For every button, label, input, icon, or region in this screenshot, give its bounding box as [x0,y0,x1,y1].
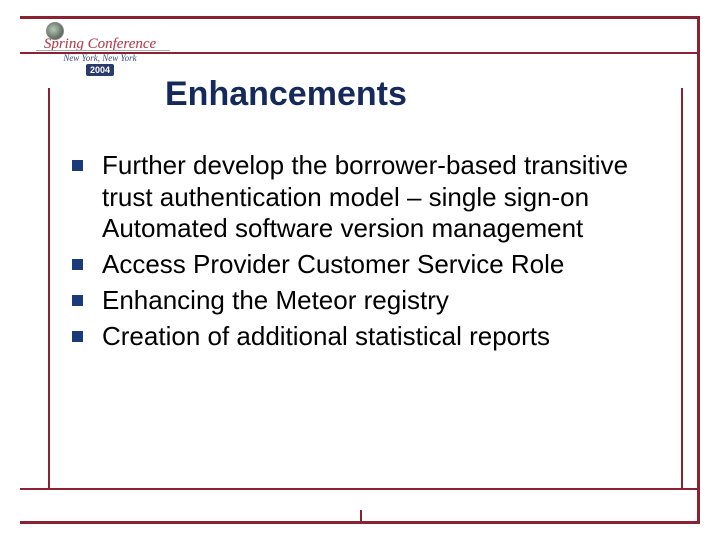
bullet-list: Further develop the borrower-based trans… [72,150,660,356]
border-rule-top [20,16,700,19]
footer-notch [360,510,362,522]
list-item: Access Provider Customer Service Role [72,249,660,281]
slide: Spring Conference New York, New York 200… [0,0,720,540]
logo-line2: New York, New York [63,53,136,63]
page-title: Enhancements [165,75,407,114]
list-item: Enhancing the Meteor registry [72,285,660,317]
seal-icon [46,22,64,40]
border-rule-right [697,19,700,521]
border-rule-right-inner [681,88,683,490]
border-rule-left-inner [48,88,50,490]
border-rule-bottom-inner [20,488,700,490]
logo-divider [36,50,170,51]
conference-logo: Spring Conference New York, New York 200… [40,22,160,82]
list-item: Further develop the borrower-based trans… [72,150,660,245]
logo-year: 2004 [86,64,114,76]
list-item: Creation of additional statistical repor… [72,321,660,353]
